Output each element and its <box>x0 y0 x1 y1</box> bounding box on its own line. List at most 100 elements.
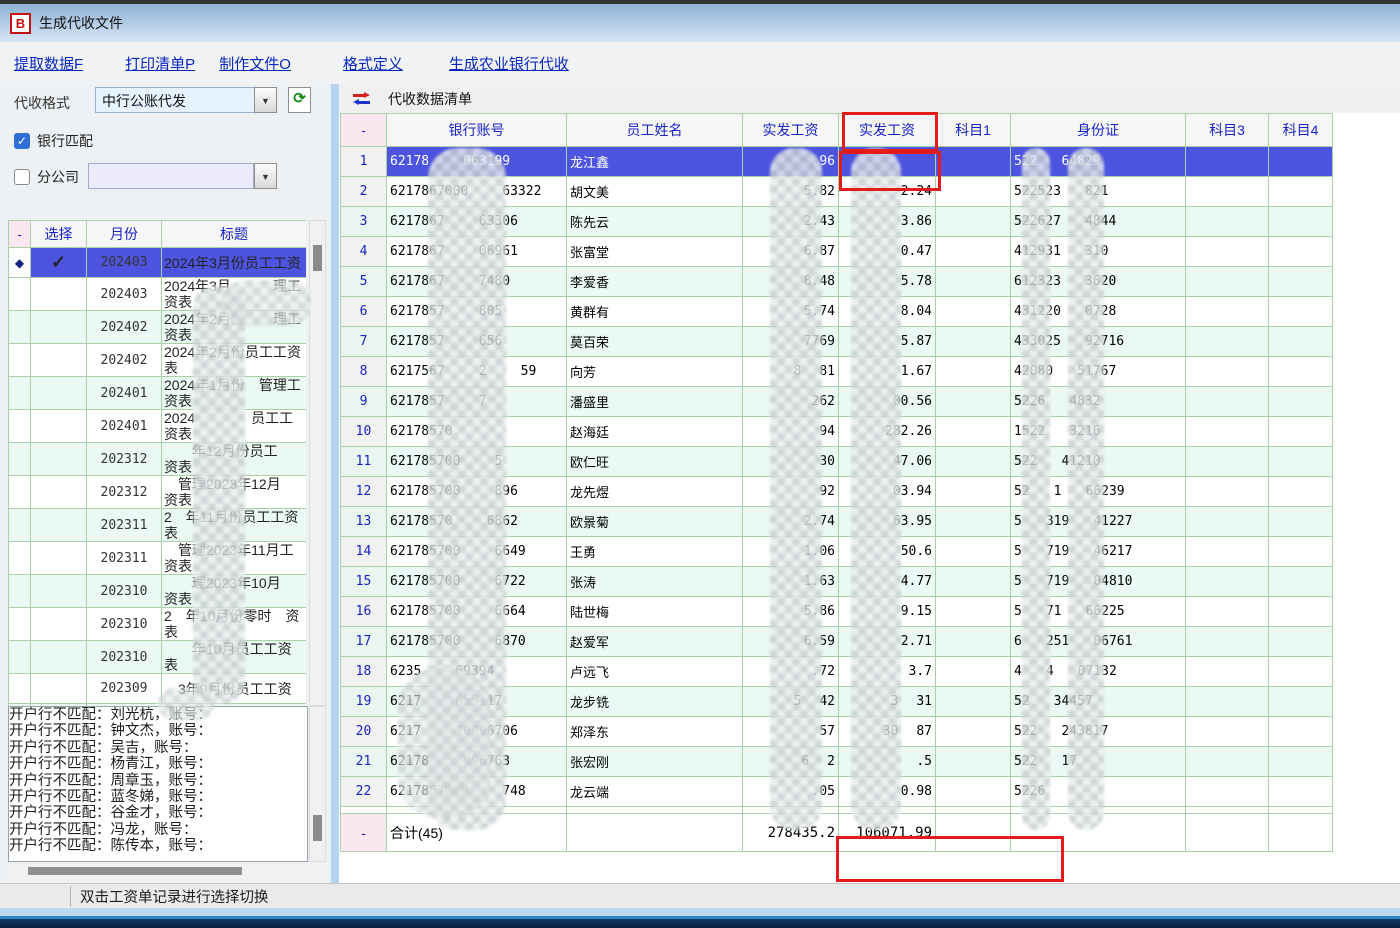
row-check-cell[interactable] <box>31 542 87 575</box>
highlight-box-row1-salary <box>839 151 941 191</box>
bottom-strip-navy <box>0 919 1400 928</box>
format-dropdown-arrow-icon[interactable]: ▼ <box>254 87 277 113</box>
row-indicator <box>9 344 31 377</box>
mismatch-message-panel: 开户行不匹配：刘光杭，账号：开户行不匹配：钟文杰，账号：开户行不匹配：吴吉，账号… <box>8 706 308 862</box>
filler-cell <box>567 807 743 814</box>
subject3-cell <box>1186 147 1269 177</box>
message-panel-scrollbar[interactable] <box>309 706 326 862</box>
subject3-cell <box>1186 297 1269 327</box>
filler-cell <box>936 807 1011 814</box>
month-list-row[interactable]: 2024012024年1月份 管理工资表 <box>9 377 307 410</box>
row-check-cell[interactable] <box>31 443 87 476</box>
subject3-cell <box>1186 537 1269 567</box>
month-cell: 202401 <box>87 410 162 443</box>
table-header-5[interactable]: 科目1 <box>936 114 1011 147</box>
row-check-cell[interactable] <box>31 410 87 443</box>
month-list-row[interactable]: 2024012024 员工工资表 <box>9 410 307 443</box>
subject1-cell <box>936 717 1011 747</box>
month-list-row[interactable]: 202309 3年9月份员工工资 <box>9 674 307 704</box>
bank-match-label: 银行匹配 <box>37 131 93 151</box>
row-check-cell[interactable] <box>31 641 87 674</box>
employee-name-cell: 龙云端 <box>567 777 743 807</box>
subject3-cell <box>1186 747 1269 777</box>
row-check-cell[interactable]: ✓ <box>31 248 87 278</box>
mismatch-message: 开户行不匹配：周章玉，账号： <box>9 773 307 789</box>
employee-name-cell: 张涛 <box>567 567 743 597</box>
row-number: 7 <box>341 327 387 357</box>
table-header-1[interactable]: 银行账号 <box>387 114 567 147</box>
row-indicator <box>9 542 31 575</box>
month-list-row[interactable]: 2023102 年10月份零时 资表 <box>9 608 307 641</box>
subject3-cell <box>1186 687 1269 717</box>
bottom-strip-light <box>0 908 1400 916</box>
row-indicator <box>9 377 31 410</box>
month-list-row[interactable]: 202311 管理2023年11月工资表 <box>9 542 307 575</box>
subject3-cell <box>1186 447 1269 477</box>
menu-format-define[interactable]: 格式定义 <box>343 53 403 74</box>
month-cell: 202312 <box>87 476 162 509</box>
row-check-cell[interactable] <box>31 509 87 542</box>
employee-name-cell: 欧仁旺 <box>567 447 743 477</box>
month-list-row[interactable]: ◆✓2024032024年3月份员工工资 <box>9 248 307 278</box>
blur-patch <box>1022 148 1050 830</box>
table-header-2[interactable]: 员工姓名 <box>567 114 743 147</box>
month-list-row[interactable]: 202312 年12月份员工 资表 <box>9 443 307 476</box>
menu-abc-bank-generate[interactable]: 生成农业银行代收 <box>449 53 569 74</box>
row-check-cell[interactable] <box>31 476 87 509</box>
highlight-box-salary-header <box>842 112 938 152</box>
menu-print-list[interactable]: 打印清单P <box>125 53 195 74</box>
row-check-cell[interactable] <box>31 674 87 704</box>
subject3-cell <box>1186 237 1269 267</box>
menu-extract-data[interactable]: 提取数据F <box>14 53 83 74</box>
employee-name-cell: 赵海廷 <box>567 417 743 447</box>
row-check-cell[interactable] <box>31 377 87 410</box>
format-combobox[interactable]: 中行公账代发 <box>95 87 255 113</box>
month-list-row[interactable]: 2024022024年2月份员工工资表 <box>9 344 307 377</box>
subject4-cell <box>1269 387 1333 417</box>
row-check-cell[interactable] <box>31 311 87 344</box>
month-list-row[interactable]: 2023112 年11月份员工工资表 <box>9 509 307 542</box>
branch-dropdown-arrow-icon[interactable]: ▼ <box>254 163 277 189</box>
subject1-cell <box>936 237 1011 267</box>
subject3-cell <box>1186 387 1269 417</box>
row-indicator <box>9 608 31 641</box>
row-check-cell[interactable] <box>31 575 87 608</box>
subject4-cell <box>1269 477 1333 507</box>
table-header-3[interactable]: 实发工资 <box>743 114 839 147</box>
row-number: 4 <box>341 237 387 267</box>
table-header-8[interactable]: 科目4 <box>1269 114 1333 147</box>
row-number: 22 <box>341 777 387 807</box>
month-list-row[interactable]: 202312 管理2023年12月 资表 <box>9 476 307 509</box>
app-window: B 生成代收文件 提取数据F 打印清单P 制作文件O 格式定义 生成农业银行代收… <box>0 0 1400 928</box>
row-check-cell[interactable] <box>31 608 87 641</box>
refresh-icon[interactable]: ⟳ <box>288 87 311 113</box>
row-check-cell[interactable] <box>31 344 87 377</box>
month-list-scrollbar[interactable] <box>309 220 326 706</box>
employee-name-cell: 龙步铣 <box>567 687 743 717</box>
branch-combobox[interactable] <box>88 163 254 189</box>
blur-patch <box>193 286 245 704</box>
subject3-cell <box>1186 627 1269 657</box>
row-check-cell[interactable] <box>31 278 87 311</box>
message-panel-hscrollbar[interactable] <box>8 864 326 879</box>
format-label: 代收格式 <box>14 93 70 113</box>
subject3-cell <box>1186 567 1269 597</box>
table-header-6[interactable]: 身份证 <box>1011 114 1186 147</box>
table-header-0[interactable]: - <box>341 114 387 147</box>
bank-match-checkbox[interactable]: ✓ <box>14 133 30 149</box>
subject4-cell <box>1269 747 1333 777</box>
table-header-7[interactable]: 科目3 <box>1186 114 1269 147</box>
menu-make-file[interactable]: 制作文件O <box>219 53 291 74</box>
row-number: 17 <box>341 627 387 657</box>
subject1-cell <box>936 177 1011 207</box>
row-indicator <box>9 311 31 344</box>
month-list-header: 选择 <box>31 221 87 248</box>
subject3-cell <box>1186 597 1269 627</box>
subject1-cell <box>936 657 1011 687</box>
branch-checkbox[interactable] <box>14 169 30 185</box>
month-cell: 202310 <box>87 608 162 641</box>
month-list-row[interactable]: 202310 年10月员工工资表 <box>9 641 307 674</box>
panel-divider[interactable] <box>331 84 339 883</box>
month-list-row[interactable]: 202310 理2023年10月 资表 <box>9 575 307 608</box>
subject3-cell <box>1186 207 1269 237</box>
